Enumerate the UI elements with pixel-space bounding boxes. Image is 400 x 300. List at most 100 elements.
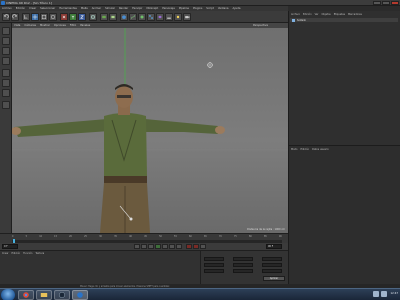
mat-menu-funcion[interactable]: Función <box>23 252 32 255</box>
menu-edicion[interactable]: Edición <box>16 7 25 10</box>
undo-icon[interactable] <box>2 13 10 21</box>
attr-menu-modo[interactable]: Modo <box>291 148 298 151</box>
clock[interactable]: 12:47 <box>391 291 398 297</box>
previous-key-icon[interactable] <box>141 244 147 249</box>
om-menu-ver[interactable]: Ver <box>315 13 319 16</box>
menu-pipeline[interactable]: Pipeline <box>179 7 189 10</box>
texture-mode-icon[interactable] <box>2 47 10 55</box>
start-frame-field[interactable]: 0 F <box>2 244 18 249</box>
autokey-icon[interactable] <box>193 244 199 249</box>
render-icon[interactable] <box>109 13 117 21</box>
viewport-menu-vista[interactable]: Vista <box>14 24 20 27</box>
viewport-3d[interactable]: Distancia de la rejilla : 1000 cm <box>12 28 288 233</box>
x-axis-icon[interactable] <box>60 13 68 21</box>
polygons-mode-icon[interactable] <box>2 89 10 97</box>
menu-malla[interactable]: Malla <box>81 7 88 10</box>
chrome-icon[interactable] <box>18 290 34 300</box>
next-frame-icon[interactable] <box>162 244 168 249</box>
axis-mode-icon[interactable] <box>2 57 10 65</box>
nurbs-icon[interactable] <box>138 13 146 21</box>
z-axis-icon[interactable] <box>78 13 86 21</box>
points-mode-icon[interactable] <box>2 69 10 77</box>
menu-seleccionar[interactable]: Seleccionar <box>40 7 55 10</box>
redo-icon[interactable] <box>11 13 19 21</box>
end-frame-field[interactable]: 90 F <box>266 244 282 249</box>
render-view-icon[interactable] <box>100 13 108 21</box>
minimize-button[interactable] <box>373 1 381 5</box>
cube-icon[interactable] <box>120 13 128 21</box>
rotate-icon[interactable] <box>49 13 57 21</box>
world-icon[interactable] <box>89 13 97 21</box>
position-z-field[interactable] <box>204 269 224 273</box>
scale-icon[interactable] <box>40 13 48 21</box>
camera-icon[interactable] <box>183 13 191 21</box>
menu-render[interactable]: Render <box>119 7 128 10</box>
om-menu-edicion[interactable]: Edición <box>303 13 312 16</box>
attr-menu-datos-usuario[interactable]: Datos usuario <box>312 148 329 151</box>
menu-personaje[interactable]: Personaje <box>162 7 175 10</box>
edges-mode-icon[interactable] <box>2 79 10 87</box>
network-icon[interactable] <box>372 291 379 297</box>
go-to-end-icon[interactable] <box>176 244 182 249</box>
scale-y-field[interactable] <box>233 263 253 267</box>
position-x-field[interactable] <box>204 257 224 261</box>
deformer-icon[interactable] <box>156 13 164 21</box>
om-menu-objetos[interactable]: Objetos <box>322 13 331 16</box>
move-icon[interactable] <box>31 13 39 21</box>
menu-esculpir[interactable]: Esculpir <box>132 7 142 10</box>
menu-simular[interactable]: Simular <box>105 7 115 10</box>
scale-z-field[interactable] <box>233 269 253 273</box>
viewport-menu-filtro[interactable]: Filtro <box>70 24 76 27</box>
mat-menu-crear[interactable]: Crear <box>2 252 9 255</box>
spline-icon[interactable] <box>129 13 137 21</box>
menu-herramientas[interactable]: Herramientas <box>59 7 77 10</box>
scale-x-field[interactable] <box>233 257 253 261</box>
menu-mograph[interactable]: MoGraph <box>146 7 158 10</box>
play-icon[interactable] <box>155 244 161 249</box>
rotation-b-field[interactable] <box>262 269 282 273</box>
steam-icon[interactable] <box>54 290 70 300</box>
close-button[interactable] <box>391 1 399 5</box>
menu-archivo[interactable]: Archivo <box>2 7 12 10</box>
next-key-icon[interactable] <box>169 244 175 249</box>
cinema4d-taskbar-icon[interactable] <box>72 290 88 300</box>
previous-frame-icon[interactable] <box>148 244 154 249</box>
viewport-menu-mostrar[interactable]: Mostrar <box>40 24 50 27</box>
rotation-h-field[interactable] <box>262 257 282 261</box>
menu-script[interactable]: Script <box>206 7 214 10</box>
attr-menu-edicion[interactable]: Edición <box>301 148 310 151</box>
apply-button[interactable]: Aplicar <box>263 276 285 281</box>
om-menu-marcadores[interactable]: Marcadores <box>348 13 362 16</box>
y-axis-icon[interactable] <box>69 13 77 21</box>
start-button[interactable] <box>1 289 15 300</box>
menu-plugins[interactable]: Plugins <box>193 7 202 10</box>
rotation-p-field[interactable] <box>262 263 282 267</box>
menu-crear[interactable]: Crear <box>29 7 36 10</box>
light-icon[interactable] <box>174 13 182 21</box>
menu-ayuda[interactable]: Ayuda <box>232 7 240 10</box>
scene-icon[interactable] <box>165 13 173 21</box>
om-menu-etiquetas[interactable]: Etiquetas <box>334 13 345 16</box>
menu-ventana[interactable]: Ventana <box>218 7 229 10</box>
om-menu-archivo[interactable]: Archivo <box>291 13 300 16</box>
key-selection-icon[interactable] <box>200 244 206 249</box>
menu-animar[interactable]: Animar <box>92 7 101 10</box>
object-name[interactable]: Soldado <box>297 19 306 22</box>
object-row[interactable]: Soldado <box>290 18 398 22</box>
model-mode-icon[interactable] <box>2 37 10 45</box>
live-select-icon[interactable] <box>22 13 30 21</box>
viewport-menu-paneles[interactable]: Paneles <box>80 24 90 27</box>
array-icon[interactable] <box>147 13 155 21</box>
maximize-button[interactable] <box>382 1 390 5</box>
mat-menu-edicion[interactable]: Edición <box>12 252 21 255</box>
record-icon[interactable] <box>186 244 192 249</box>
volume-icon[interactable] <box>380 291 387 297</box>
timeline[interactable]: 0 5 10 15 20 25 30 35 40 45 50 55 60 65 … <box>0 233 288 244</box>
viewport-menu-opciones[interactable]: Opciones <box>54 24 66 27</box>
explorer-icon[interactable] <box>36 290 52 300</box>
snap-icon[interactable] <box>2 101 10 109</box>
mat-menu-textura[interactable]: Textura <box>35 252 44 255</box>
go-to-start-icon[interactable] <box>134 244 140 249</box>
viewport-menu-camaras[interactable]: Cámaras <box>24 24 36 27</box>
position-y-field[interactable] <box>204 263 224 267</box>
